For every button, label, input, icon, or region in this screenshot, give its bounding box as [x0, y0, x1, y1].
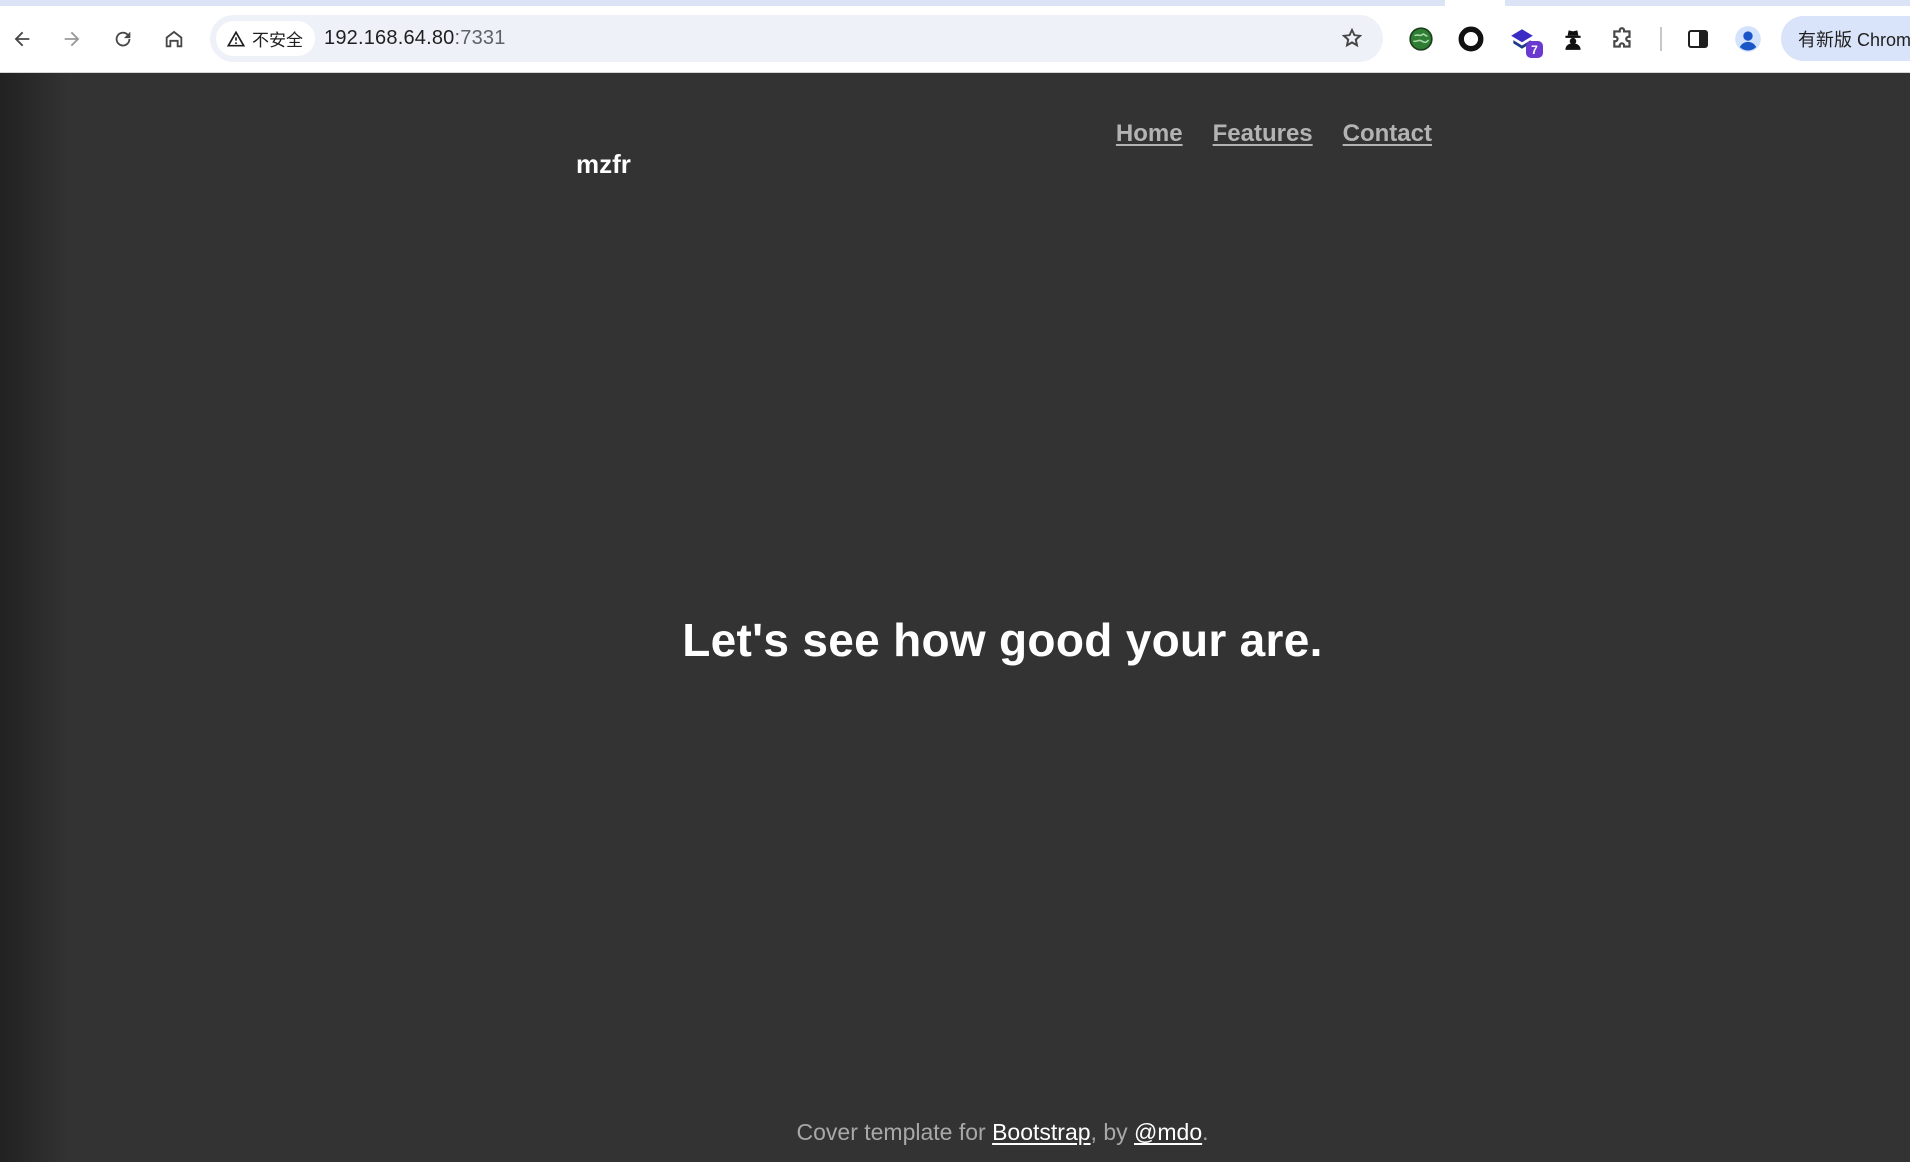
page-viewport: mzfr Home Features Contact Let's see how…: [0, 73, 1910, 1162]
browser-toolbar: 不安全 192.168.64.80:7331 7 有新版 Chrom: [0, 0, 1910, 73]
extension-globe[interactable]: [1406, 24, 1436, 54]
home-icon: [165, 30, 183, 48]
url-host: 192.168.64.80: [324, 27, 455, 49]
back-button[interactable]: [5, 22, 39, 56]
reload-icon: [115, 31, 131, 47]
tab-strip: [1505, 0, 1910, 6]
site-nav: Home Features Contact: [1116, 120, 1432, 148]
nav-link-home[interactable]: Home: [1116, 120, 1183, 148]
avatar-icon: [1735, 26, 1761, 52]
bootstrap-link[interactable]: Bootstrap: [992, 1119, 1090, 1145]
footer-middle: , by: [1090, 1119, 1135, 1145]
side-panel-icon: [1688, 30, 1708, 48]
extension-ring[interactable]: [1456, 24, 1486, 54]
footer-suffix: .: [1202, 1119, 1209, 1145]
forward-button[interactable]: [55, 22, 89, 56]
security-chip[interactable]: 不安全: [216, 21, 315, 56]
extension-badge: 7: [1526, 41, 1543, 58]
ring-extension-icon: [1458, 26, 1484, 52]
profile-button[interactable]: [1733, 24, 1763, 54]
footer-prefix: Cover template for: [796, 1119, 993, 1145]
globe-extension-icon: [1409, 27, 1433, 51]
site-brand: mzfr: [576, 149, 631, 179]
nav-link-features[interactable]: Features: [1213, 120, 1313, 148]
home-button[interactable]: [157, 22, 191, 56]
url-text[interactable]: 192.168.64.80:7331: [324, 27, 506, 50]
puzzle-icon: [1613, 27, 1631, 48]
reload-button[interactable]: [106, 22, 140, 56]
extensions-menu[interactable]: [1608, 24, 1638, 54]
site-footer: Cover template for Bootstrap, by @mdo.: [0, 1119, 1910, 1146]
url-port: :7331: [454, 27, 506, 49]
nav-link-contact[interactable]: Contact: [1343, 120, 1432, 148]
mdo-link[interactable]: @mdo: [1134, 1119, 1202, 1145]
extension-spy[interactable]: [1558, 24, 1588, 54]
toolbar-divider: [1660, 27, 1662, 51]
side-panel-button[interactable]: [1683, 24, 1713, 54]
hero-heading: Let's see how good your are.: [682, 614, 1323, 666]
extension-stack[interactable]: 7: [1507, 24, 1543, 58]
tab-strip: [0, 0, 1445, 6]
chrome-update-button[interactable]: 有新版 Chrom: [1781, 16, 1910, 61]
security-label: 不安全: [252, 31, 303, 50]
warning-icon: [226, 30, 246, 46]
spy-extension-icon: [1565, 30, 1581, 50]
arrow-left-icon: [14, 31, 30, 47]
arrow-right-icon: [64, 31, 80, 47]
address-bar[interactable]: 不安全 192.168.64.80:7331: [210, 15, 1383, 62]
bookmark-star-icon[interactable]: [1339, 25, 1365, 51]
